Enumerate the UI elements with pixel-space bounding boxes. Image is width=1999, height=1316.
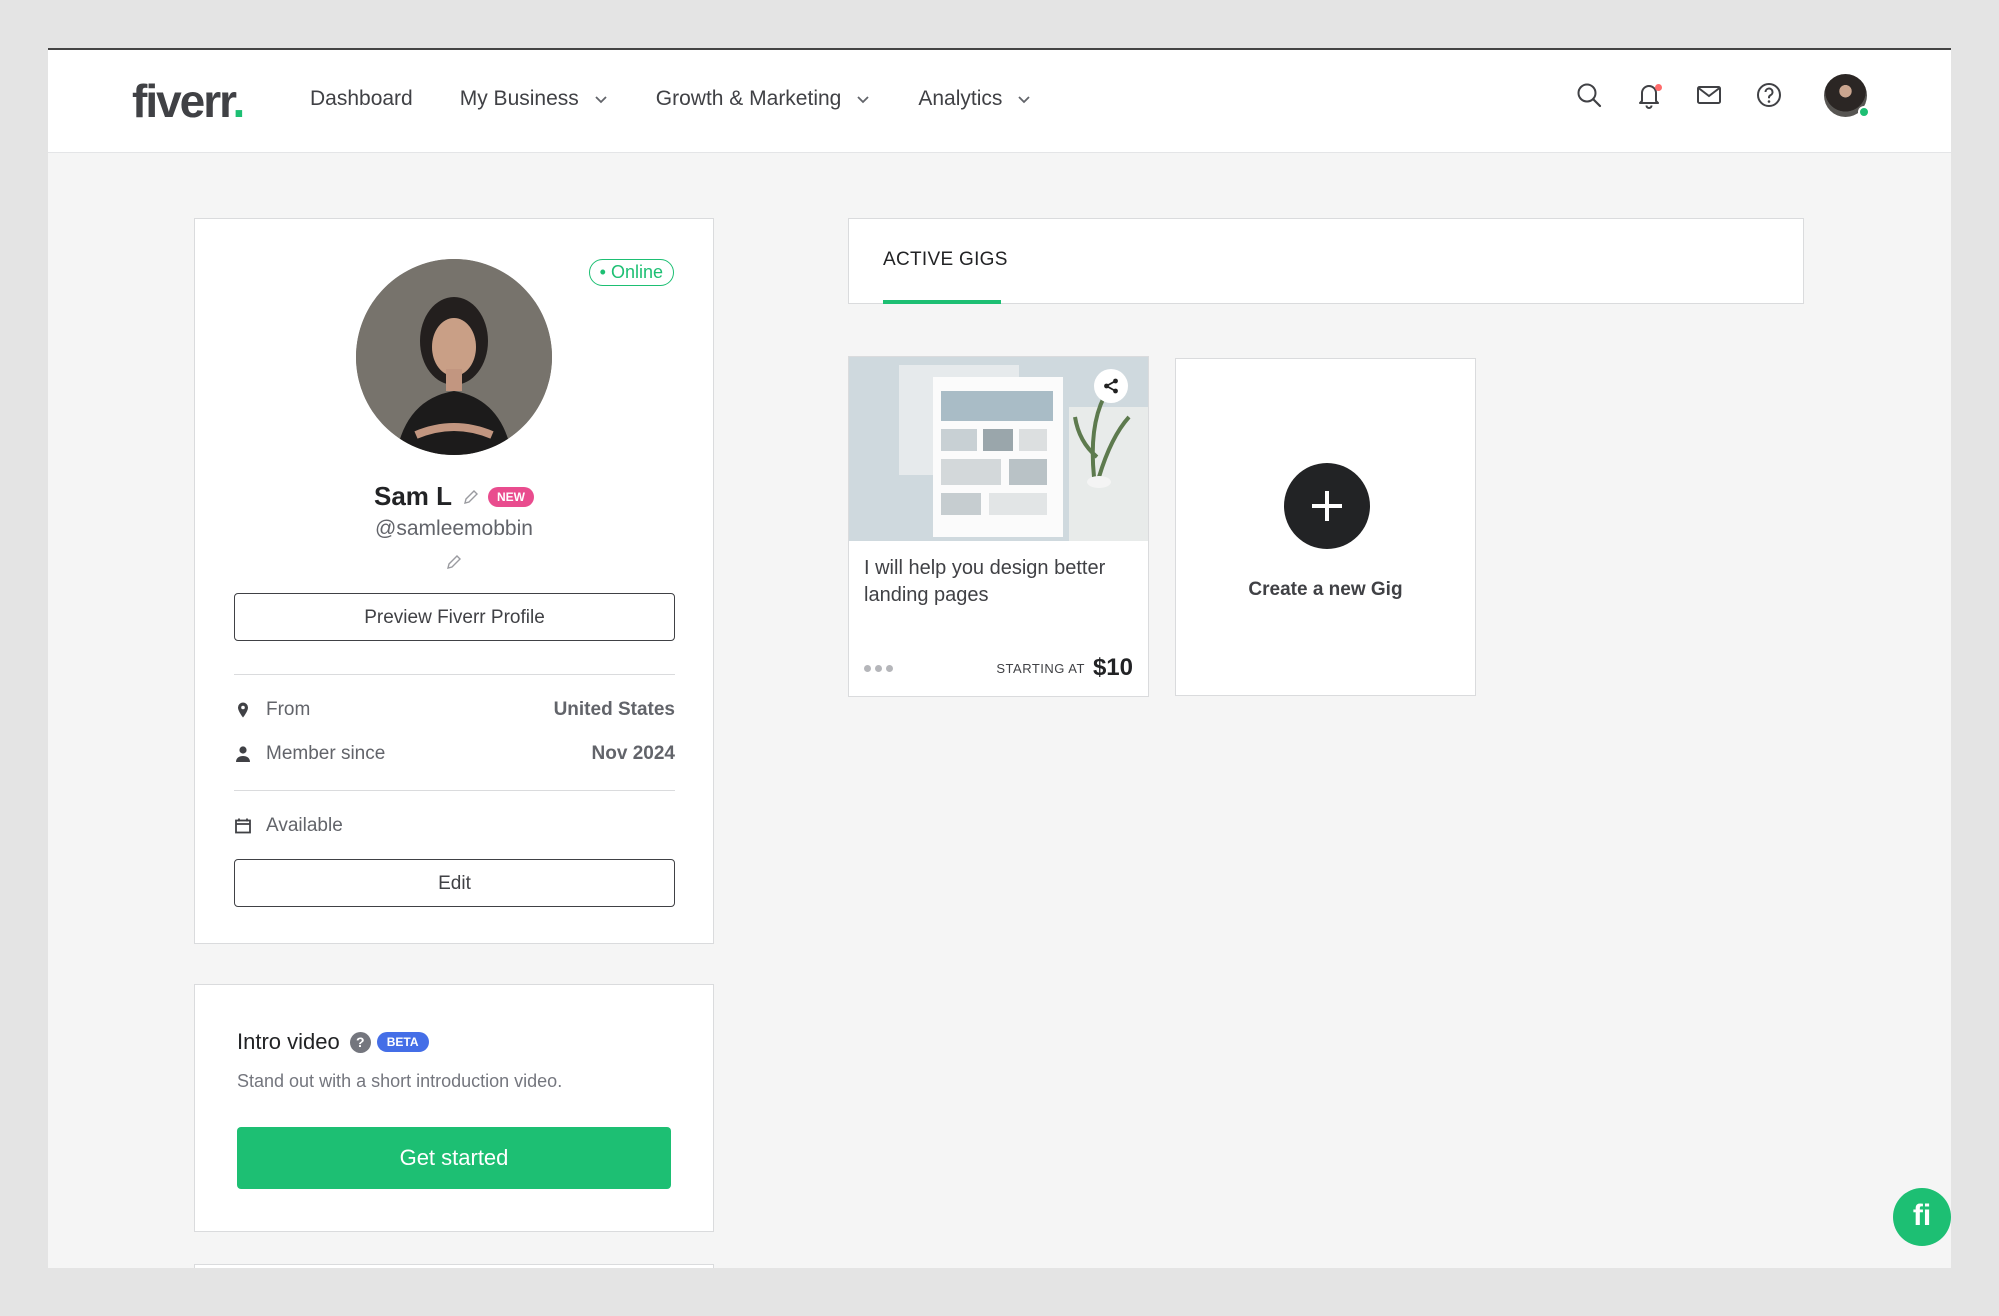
gig-card[interactable]: I will help you design better landing pa… <box>848 356 1149 697</box>
divider <box>234 790 675 791</box>
gig-title[interactable]: I will help you design better landing pa… <box>864 555 1136 609</box>
profile-username: @samleemobbin <box>375 517 533 540</box>
nav-growth-marketing[interactable]: Growth & Marketing <box>656 87 872 111</box>
header-tools <box>1546 74 1870 118</box>
location-pin-icon <box>238 702 248 718</box>
divider <box>234 674 675 675</box>
calendar-icon <box>235 818 251 834</box>
pencil-icon[interactable] <box>462 488 480 506</box>
main-nav: Dashboard My Business Growth & Marketing… <box>310 87 1079 111</box>
preview-profile-button[interactable]: Preview Fiverr Profile <box>234 593 675 641</box>
create-gig-card[interactable]: Create a new Gig <box>1175 358 1476 696</box>
gig-price: $10 <box>1092 654 1133 681</box>
help-icon[interactable]: ? <box>349 1031 371 1053</box>
top-navigation-bar: fiverr. Dashboard My Business Growth & M… <box>48 50 1951 153</box>
share-button[interactable] <box>1094 369 1128 403</box>
mail-icon[interactable] <box>1694 80 1726 112</box>
nav-growth-marketing-label: Growth & Marketing <box>655 87 842 110</box>
availability-row: Available <box>234 815 675 837</box>
edit-availability-button[interactable]: Edit <box>234 859 675 907</box>
nav-dashboard-label: Dashboard <box>310 87 413 110</box>
gigs-tabs: ACTIVE GIGS <box>848 218 1804 304</box>
chevron-down-icon <box>1018 96 1031 104</box>
intro-title-row: Intro video ? BETA <box>237 1029 429 1055</box>
beta-badge: BETA <box>376 1032 429 1052</box>
profile-name: Sam L <box>373 481 453 511</box>
online-badge: • Online <box>588 259 674 286</box>
notification-dot <box>1655 83 1662 91</box>
gig-thumbnail[interactable] <box>849 357 1148 541</box>
tab-active-gigs[interactable]: ACTIVE GIGS <box>883 249 1008 271</box>
share-icon <box>1104 378 1118 394</box>
profile-name-row: Sam L NEW <box>195 481 713 512</box>
plus-icon[interactable] <box>1284 463 1370 549</box>
intro-video-subtitle: Stand out with a short introduction vide… <box>237 1071 563 1091</box>
availability-label: Available <box>266 815 343 836</box>
nav-my-business-label: My Business <box>459 87 579 110</box>
new-seller-badge: NEW <box>488 486 535 507</box>
profile-card: • Online Sam L NEW @samleemobbin Preview… <box>194 218 714 944</box>
create-gig-label: Create a new Gig <box>1248 579 1403 600</box>
user-icon <box>236 746 250 762</box>
member-since-label: Member since <box>266 743 386 764</box>
nav-dashboard[interactable]: Dashboard <box>310 87 413 111</box>
search-icon[interactable] <box>1574 80 1606 112</box>
from-label: From <box>266 699 311 720</box>
intro-video-card: Intro video ? BETA Stand out with a shor… <box>194 984 714 1232</box>
profile-photo[interactable] <box>356 259 552 455</box>
gig-footer: STARTING AT $10 <box>864 654 1133 682</box>
online-status-dot <box>1858 106 1870 118</box>
get-started-button[interactable]: Get started <box>237 1127 671 1189</box>
nav-analytics[interactable]: Analytics <box>918 87 1032 111</box>
intro-video-title: Intro video <box>237 1029 340 1054</box>
browser-window: fiverr. Dashboard My Business Growth & M… <box>48 48 1951 1268</box>
help-icon[interactable] <box>1754 80 1786 112</box>
member-since-row: Member since Nov 2024 <box>234 743 675 765</box>
user-avatar[interactable] <box>1824 74 1870 118</box>
next-card-peek <box>194 1264 714 1268</box>
starting-at-label: STARTING AT <box>996 660 1085 676</box>
fiverr-chat-button[interactable]: fi <box>1893 1188 1951 1246</box>
fiverr-logo[interactable]: fiverr. <box>132 74 245 128</box>
chevron-down-icon <box>857 96 869 104</box>
from-value: United States <box>553 699 675 720</box>
more-options-icon[interactable] <box>864 664 893 672</box>
nav-my-business[interactable]: My Business <box>460 87 609 111</box>
chevron-down-icon <box>595 96 607 104</box>
bell-icon[interactable] <box>1634 80 1666 112</box>
from-row: From United States <box>234 699 675 721</box>
active-tab-indicator <box>883 300 1001 304</box>
pencil-icon[interactable] <box>445 553 463 571</box>
member-since-value: Nov 2024 <box>591 743 675 764</box>
nav-analytics-label: Analytics <box>918 87 1003 110</box>
